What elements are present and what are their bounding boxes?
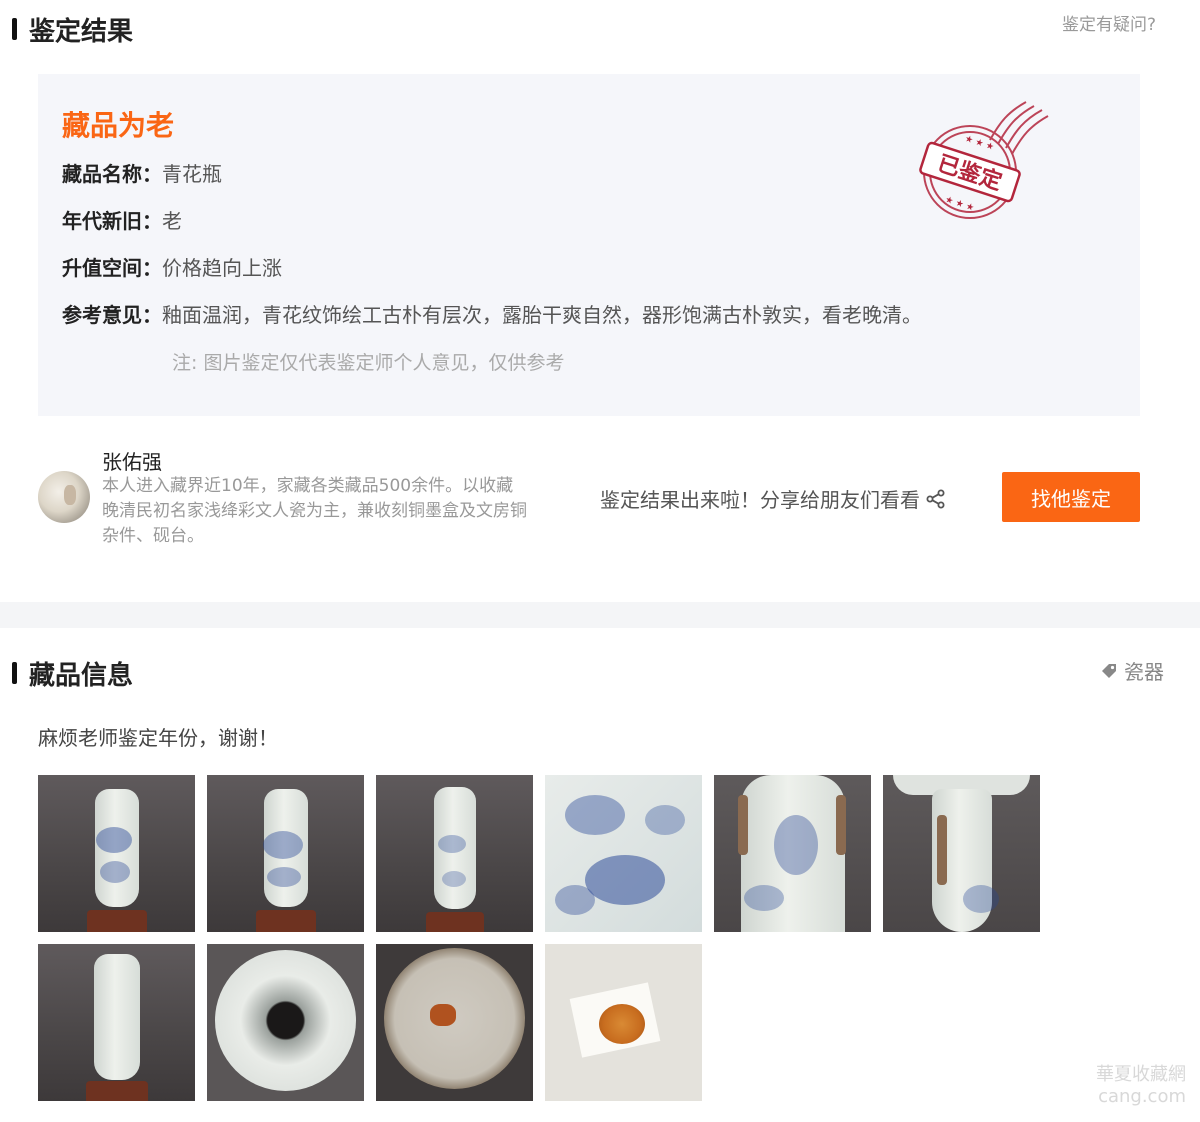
field-name: 藏品名称：青花瓶 bbox=[62, 158, 222, 187]
gallery-image-vase-back[interactable] bbox=[376, 775, 533, 932]
gallery-image-neck-closeup[interactable] bbox=[883, 775, 1040, 932]
field-label: 升值空间： bbox=[62, 256, 162, 280]
avatar[interactable] bbox=[38, 471, 90, 523]
image-gallery bbox=[38, 775, 1048, 1101]
gallery-image-vase-plain-side[interactable] bbox=[38, 944, 195, 1101]
expert-description: 本人进入藏界近10年，家藏各类藏品500余件。以收藏晚清民初名家浅绛彩文人瓷为主… bbox=[102, 476, 527, 546]
result-section-title: 鉴定结果 bbox=[29, 16, 134, 47]
disclaimer-note: 注: 图片鉴定仅代表鉴定师个人意见，仅供参考 bbox=[172, 352, 565, 374]
watermark-line2: cang.com bbox=[1098, 1086, 1186, 1107]
field-value: 青花瓶 bbox=[162, 162, 222, 186]
share-text: 鉴定结果出来啦！分享给朋友们看看 bbox=[600, 488, 920, 512]
gallery-image-base-bottom[interactable] bbox=[376, 944, 533, 1101]
collection-info-panel: 藏品信息 瓷器 麻烦老师鉴定年份，谢谢！ 華夏收藏網 cang.com bbox=[0, 628, 1200, 1122]
appraisal-result-panel: 鉴定结果 鉴定有疑问? 藏品为老 藏品名称：青花瓶 年代新旧：老 升值空间：价格… bbox=[0, 0, 1200, 602]
gallery-image-vase-front[interactable] bbox=[38, 775, 195, 932]
field-label: 年代新旧： bbox=[62, 209, 162, 233]
doubt-link[interactable]: 鉴定有疑问? bbox=[1062, 10, 1156, 35]
tag-icon bbox=[1102, 663, 1116, 678]
field-value: 釉面温润，青花纹饰绘工古朴有层次，露胎干爽自然，器形饱满古朴敦实，看老晚清。 bbox=[162, 303, 922, 327]
verdict: 藏品为老 bbox=[62, 109, 175, 142]
find-appraiser-button[interactable]: 找他鉴定 bbox=[1002, 472, 1140, 522]
site-watermark: 華夏收藏網 cang.com bbox=[1096, 1064, 1186, 1108]
field-label: 藏品名称： bbox=[62, 162, 162, 186]
field-label: 参考意见： bbox=[62, 303, 162, 327]
field-age: 年代新旧：老 bbox=[62, 205, 182, 234]
appraised-stamp-icon: 已鉴定 ★ ★ ★ ★ ★ ★ bbox=[919, 101, 1049, 219]
gallery-image-base-seal-closeup[interactable] bbox=[545, 944, 702, 1101]
section-marker bbox=[12, 662, 17, 684]
expert-name[interactable]: 张佑强 bbox=[102, 446, 162, 475]
field-appreciation: 升值空间：价格趋向上涨 bbox=[62, 252, 282, 281]
collection-section-header: 藏品信息 bbox=[12, 656, 134, 691]
section-marker bbox=[12, 18, 17, 40]
result-section-header: 鉴定结果 bbox=[12, 12, 134, 47]
share-icon bbox=[926, 489, 945, 508]
expert-card: 张佑强 本人进入藏界近10年，家藏各类藏品500余件。以收藏晚清民初名家浅绛彩文… bbox=[38, 446, 1140, 566]
field-value: 价格趋向上涨 bbox=[162, 256, 282, 280]
gallery-image-kylin-closeup[interactable] bbox=[545, 775, 702, 932]
field-value: 老 bbox=[162, 209, 182, 233]
result-box: 藏品为老 藏品名称：青花瓶 年代新旧：老 升值空间：价格趋向上涨 参考意见：釉面… bbox=[38, 74, 1140, 416]
gallery-image-phoenix-handle-closeup[interactable] bbox=[714, 775, 871, 932]
watermark-line1: 華夏收藏網 bbox=[1096, 1064, 1186, 1085]
category-tag[interactable]: 瓷器 bbox=[1100, 656, 1164, 685]
collection-description: 麻烦老师鉴定年份，谢谢！ bbox=[38, 726, 278, 750]
field-opinion: 参考意见：釉面温润，青花纹饰绘工古朴有层次，露胎干爽自然，器形饱满古朴敦实，看老… bbox=[62, 299, 922, 328]
category-tag-label: 瓷器 bbox=[1124, 660, 1164, 684]
collection-section-title: 藏品信息 bbox=[29, 660, 134, 691]
gallery-image-vase-side[interactable] bbox=[207, 775, 364, 932]
share-link[interactable]: 鉴定结果出来啦！分享给朋友们看看 bbox=[600, 484, 946, 513]
vase-shape bbox=[93, 954, 140, 1080]
gallery-image-mouth-interior[interactable] bbox=[207, 944, 364, 1101]
